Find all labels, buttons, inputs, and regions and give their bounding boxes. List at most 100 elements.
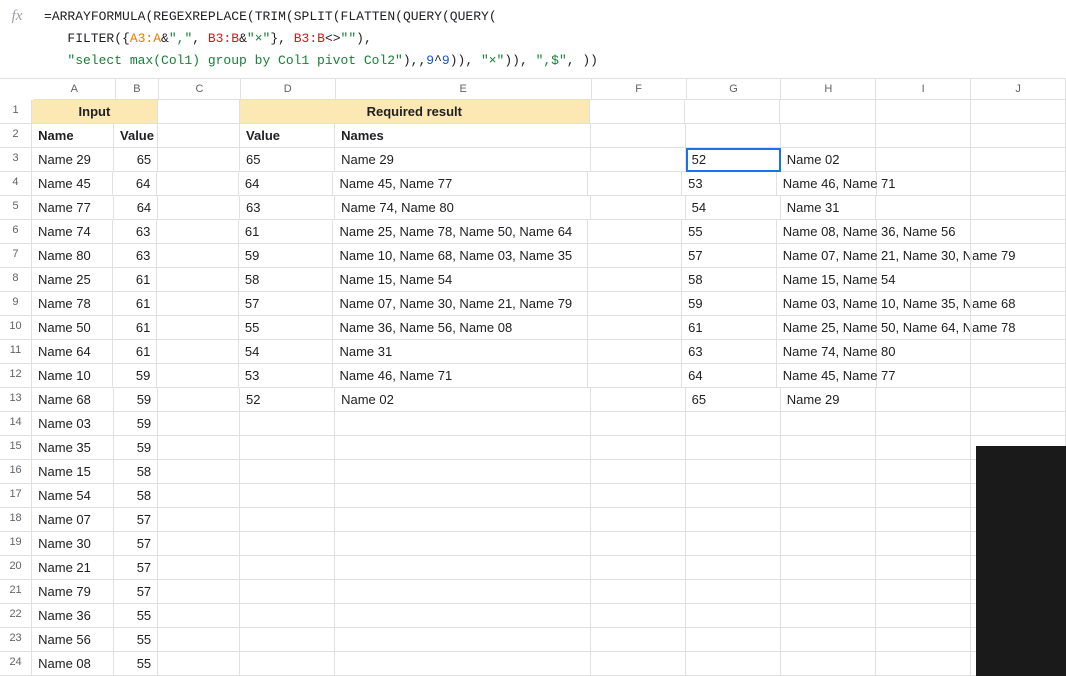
cell-B12[interactable]: 59	[113, 364, 157, 388]
cell-F11[interactable]	[588, 340, 683, 364]
cell-J14[interactable]	[971, 412, 1066, 436]
cell-G24[interactable]	[686, 652, 781, 676]
cell-E19[interactable]	[335, 532, 590, 556]
cell-E13[interactable]: Name 02	[335, 388, 590, 412]
cell-F23[interactable]	[591, 628, 686, 652]
col-header-B[interactable]: B	[116, 79, 160, 99]
cell-E22[interactable]	[335, 604, 590, 628]
cell-E15[interactable]	[335, 436, 590, 460]
cell-A3[interactable]: Name 29	[32, 148, 114, 172]
cell-J9[interactable]	[971, 292, 1066, 316]
cell-D9[interactable]: 57	[239, 292, 334, 316]
cell-H9[interactable]: Name 03, Name 10, Name 35, Name 68	[777, 292, 877, 316]
cell-F15[interactable]	[591, 436, 686, 460]
cell-F24[interactable]	[591, 652, 686, 676]
cell-C6[interactable]	[157, 220, 238, 244]
row-header-6[interactable]: 6	[0, 220, 32, 244]
cell-F13[interactable]	[591, 388, 686, 412]
cell-A12[interactable]: Name 10	[32, 364, 113, 388]
cell-I12[interactable]	[877, 364, 972, 388]
cell-J7[interactable]	[971, 244, 1066, 268]
cell-A16[interactable]: Name 15	[32, 460, 114, 484]
cell-D3[interactable]: 65	[240, 148, 335, 172]
cell-G5[interactable]: 54	[686, 196, 781, 220]
cell-I14[interactable]	[876, 412, 971, 436]
cell-J11[interactable]	[971, 340, 1066, 364]
cell-A6[interactable]: Name 74	[32, 220, 113, 244]
cell-G17[interactable]	[686, 484, 781, 508]
cell-E9[interactable]: Name 07, Name 30, Name 21, Name 79	[333, 292, 587, 316]
cell-A10[interactable]: Name 50	[32, 316, 113, 340]
cell-B3[interactable]: 65	[114, 148, 158, 172]
cell-E8[interactable]: Name 15, Name 54	[333, 268, 587, 292]
cell-F1[interactable]	[590, 100, 685, 124]
cell-F9[interactable]	[588, 292, 683, 316]
cell-I18[interactable]	[876, 508, 971, 532]
cell-A24[interactable]: Name 08	[32, 652, 114, 676]
cell-D7[interactable]: 59	[239, 244, 334, 268]
cell-A18[interactable]: Name 07	[32, 508, 114, 532]
cell-I10[interactable]	[877, 316, 972, 340]
cell-H1[interactable]	[780, 100, 875, 124]
row-header-9[interactable]: 9	[0, 292, 32, 316]
cell-I13[interactable]	[876, 388, 971, 412]
cell-D13[interactable]: 52	[240, 388, 335, 412]
cell-A5[interactable]: Name 77	[32, 196, 114, 220]
cell-A4[interactable]: Name 45	[32, 172, 113, 196]
cell-D10[interactable]: 55	[239, 316, 334, 340]
cell-J5[interactable]	[971, 196, 1066, 220]
col-header-C[interactable]: C	[159, 79, 241, 99]
cell-D18[interactable]	[240, 508, 335, 532]
cell-C13[interactable]	[158, 388, 240, 412]
row-header-22[interactable]: 22	[0, 604, 32, 628]
cell-G7[interactable]: 57	[682, 244, 777, 268]
cell-I3[interactable]	[876, 148, 971, 172]
cell-F21[interactable]	[591, 580, 686, 604]
row-header-16[interactable]: 16	[0, 460, 32, 484]
cell-B6[interactable]: 63	[113, 220, 157, 244]
cell-G15[interactable]	[686, 436, 781, 460]
cell-H3[interactable]: Name 02	[781, 148, 876, 172]
cell-G3[interactable]: 52	[686, 148, 781, 172]
cell-A11[interactable]: Name 64	[32, 340, 113, 364]
cell-E4[interactable]: Name 45, Name 77	[333, 172, 587, 196]
cell-B8[interactable]: 61	[113, 268, 157, 292]
cell-G14[interactable]	[686, 412, 781, 436]
cell-G8[interactable]: 58	[682, 268, 777, 292]
cell-A13[interactable]: Name 68	[32, 388, 114, 412]
cell-C1[interactable]	[158, 100, 240, 124]
row-header-12[interactable]: 12	[0, 364, 32, 388]
cell-D17[interactable]	[240, 484, 335, 508]
cell-E14[interactable]	[335, 412, 590, 436]
cell-G12[interactable]: 64	[682, 364, 777, 388]
cell-F10[interactable]	[588, 316, 683, 340]
col-header-H[interactable]: H	[781, 79, 876, 99]
cell-I19[interactable]	[876, 532, 971, 556]
cell-H24[interactable]	[781, 652, 876, 676]
row-header-5[interactable]: 5	[0, 196, 32, 220]
cell-G19[interactable]	[686, 532, 781, 556]
cell-J2[interactable]	[971, 124, 1066, 148]
cell-H5[interactable]: Name 31	[781, 196, 876, 220]
cell-E24[interactable]	[335, 652, 590, 676]
cell-B16[interactable]: 58	[114, 460, 158, 484]
cell-H20[interactable]	[781, 556, 876, 580]
cell-D20[interactable]	[240, 556, 335, 580]
cell-C4[interactable]	[157, 172, 238, 196]
col-header-J[interactable]: J	[971, 79, 1066, 99]
cell-B22[interactable]: 55	[114, 604, 158, 628]
cell-G2[interactable]	[686, 124, 781, 148]
row-header-20[interactable]: 20	[0, 556, 32, 580]
cell-A7[interactable]: Name 80	[32, 244, 113, 268]
cell-D24[interactable]	[240, 652, 335, 676]
cell-A22[interactable]: Name 36	[32, 604, 114, 628]
cell-J13[interactable]	[971, 388, 1066, 412]
cell-I17[interactable]	[876, 484, 971, 508]
cell-I2[interactable]	[876, 124, 971, 148]
cell-I21[interactable]	[876, 580, 971, 604]
cell-G21[interactable]	[686, 580, 781, 604]
cell-E7[interactable]: Name 10, Name 68, Name 03, Name 35	[333, 244, 587, 268]
cell-D6[interactable]: 61	[239, 220, 334, 244]
cell-G11[interactable]: 63	[682, 340, 777, 364]
col-header-G[interactable]: G	[687, 79, 782, 99]
